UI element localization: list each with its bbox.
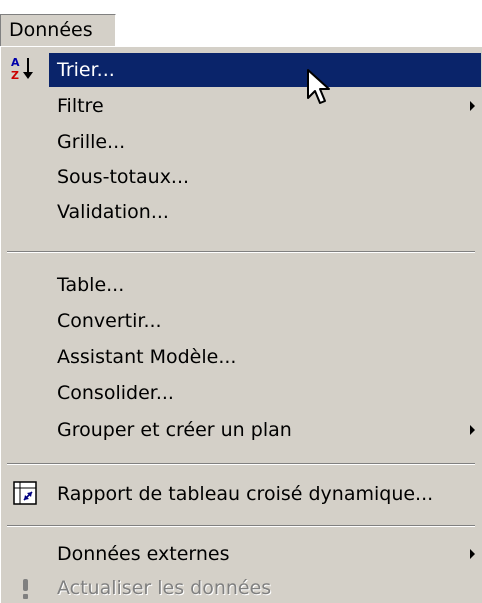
menu-item-donnees-externes[interactable]: Données externes <box>1 537 481 571</box>
menu-separator <box>7 525 475 527</box>
menu-item-validation[interactable]: Validation... <box>1 195 481 229</box>
menu-item-filtre-label: Filtre <box>57 95 104 117</box>
menu-item-trier[interactable]: Trier... <box>49 53 481 87</box>
menu-item-assistant-modele[interactable]: Assistant Modèle... <box>1 340 481 374</box>
menu-item-consolider[interactable]: Consolider... <box>1 376 481 410</box>
menubar-donnees[interactable]: Données <box>0 14 116 46</box>
menu-item-actualiser: Actualiser les données <box>1 571 481 603</box>
menu-item-sous-totaux-label: Sous-totaux... <box>57 166 190 188</box>
menu-item-convertir-label: Convertir... <box>57 310 162 332</box>
menu-separator <box>7 251 475 253</box>
submenu-arrow-icon <box>470 425 475 435</box>
menu-item-grouper-label: Grouper et créer un plan <box>57 419 292 441</box>
menubar-donnees-label: Données <box>9 19 93 41</box>
menu-item-convertir[interactable]: Convertir... <box>1 304 481 338</box>
menu-item-filtre[interactable]: Filtre <box>1 89 481 123</box>
menu-item-table[interactable]: Table... <box>1 268 481 302</box>
pivot-table-icon <box>13 481 37 505</box>
menu-item-consolider-label: Consolider... <box>57 382 174 404</box>
svg-text:Z: Z <box>11 69 19 81</box>
menu-item-table-label: Table... <box>57 274 125 296</box>
mouse-pointer-icon <box>306 68 334 108</box>
menu-item-trier-label: Trier... <box>57 59 115 81</box>
menu-item-validation-label: Validation... <box>57 201 169 223</box>
menu-separator <box>7 463 475 465</box>
menu-item-grouper[interactable]: Grouper et créer un plan <box>1 413 481 447</box>
menu-item-donnees-externes-label: Données externes <box>57 543 230 565</box>
menu-item-rapport-label: Rapport de tableau croisé dynamique... <box>57 483 434 505</box>
sort-ascending-icon: A Z <box>10 55 36 82</box>
menu-item-assistant-modele-label: Assistant Modèle... <box>57 346 237 368</box>
submenu-arrow-icon <box>470 549 475 559</box>
refresh-exclamation-icon <box>19 577 33 601</box>
menu-item-rapport-tableau-croise[interactable]: Rapport de tableau croisé dynamique... <box>1 477 481 511</box>
screen: Données A Z Trier... Filtre Grille... So… <box>0 0 482 603</box>
menu-item-grille-label: Grille... <box>57 131 126 153</box>
menu-item-actualiser-label: Actualiser les données <box>57 577 272 599</box>
submenu-arrow-icon <box>470 101 475 111</box>
svg-text:A: A <box>11 56 20 69</box>
donnees-dropdown-menu: A Z Trier... Filtre Grille... Sous-totau… <box>0 46 482 603</box>
menu-item-sous-totaux[interactable]: Sous-totaux... <box>1 160 481 194</box>
menu-item-grille[interactable]: Grille... <box>1 125 481 159</box>
